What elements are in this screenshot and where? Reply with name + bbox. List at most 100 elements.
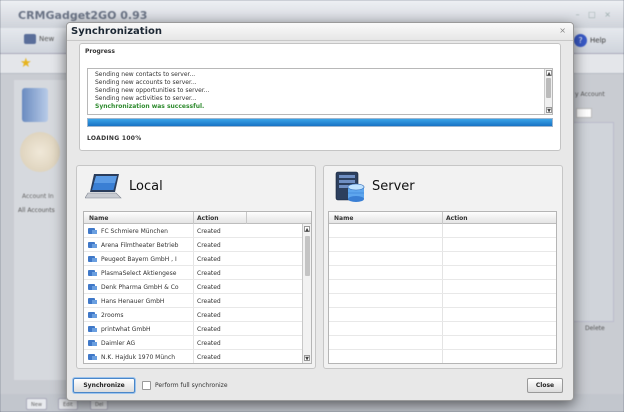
- row-action: Created: [197, 340, 221, 347]
- empty-table-row: [329, 252, 556, 266]
- server-panel: Server Name Action: [323, 165, 563, 369]
- laptop-icon: [85, 174, 122, 199]
- help-label: Help: [590, 36, 606, 45]
- dialog-header: Synchronization ×: [67, 23, 573, 41]
- empty-table-row: [329, 336, 556, 350]
- account-icon: [88, 312, 97, 318]
- scroll-thumb[interactable]: [305, 236, 310, 276]
- loading-status: LOADING 100%: [87, 135, 142, 142]
- empty-table-row: [329, 350, 556, 363]
- help-toolbar-button[interactable]: ? Help: [574, 34, 606, 47]
- server-title: Server: [372, 179, 415, 194]
- full-synchronize-label[interactable]: Perform full synchronize: [155, 382, 228, 389]
- column-header-name[interactable]: Name: [334, 215, 353, 222]
- row-action: Created: [197, 270, 221, 277]
- column-header-name[interactable]: Name: [89, 215, 108, 222]
- account-icon: [88, 228, 97, 234]
- right-panel-field[interactable]: [576, 108, 592, 118]
- account-icon: [88, 270, 97, 276]
- row-name: Daimler AG: [101, 340, 136, 347]
- empty-table-row: [329, 308, 556, 322]
- scroll-up-arrow-icon[interactable]: ▲: [304, 226, 310, 233]
- account-icon: [88, 256, 97, 262]
- account-icon: [88, 298, 97, 304]
- synchronize-button[interactable]: Synchronize: [73, 378, 135, 393]
- row-name: printwhat GmbH: [101, 326, 151, 333]
- row-action: Created: [197, 256, 221, 263]
- server-grid: Name Action: [328, 211, 557, 364]
- row-name: Denk Pharma GmbH & Co: [101, 284, 179, 291]
- new-toolbar-button[interactable]: New: [24, 34, 54, 44]
- log-line: Sending new activities to server...: [95, 95, 197, 102]
- bottom-new-button[interactable]: New: [26, 398, 47, 410]
- progress-section: Progress Sending new contacts to server.…: [79, 43, 561, 151]
- row-name: Arena Filmtheater Betrieb: [101, 242, 179, 249]
- app-title: CRMGadget2GO 0.93: [18, 9, 148, 22]
- help-icon: ?: [574, 34, 587, 47]
- table-row[interactable]: Arena Filmtheater Betrieb Created: [84, 238, 302, 252]
- row-action: Created: [197, 298, 221, 305]
- delete-button[interactable]: Delete: [585, 325, 605, 332]
- table-row[interactable]: N.K. Hajduk 1970 Münch Created: [84, 350, 302, 363]
- account-info-label: Account In: [22, 193, 54, 200]
- table-row[interactable]: Hans Henauer GmbH Created: [84, 294, 302, 308]
- account-icon: [88, 340, 97, 346]
- empty-table-row: [329, 280, 556, 294]
- local-title: Local: [129, 179, 163, 194]
- star-icon[interactable]: ★: [20, 56, 32, 71]
- server-grid-header: Name Action: [329, 212, 556, 224]
- close-button[interactable]: Close: [527, 378, 563, 393]
- row-action: Created: [197, 242, 221, 249]
- scroll-down-arrow-icon[interactable]: ▼: [546, 107, 552, 114]
- log-line: Sending new opportunities to server...: [95, 87, 210, 94]
- column-separator: [193, 212, 194, 224]
- table-row[interactable]: printwhat GmbH Created: [84, 322, 302, 336]
- progress-bar-fill: [88, 119, 552, 126]
- progress-bar: [87, 118, 553, 127]
- local-grid-header: Name Action: [84, 212, 311, 224]
- column-separator: [442, 212, 443, 224]
- row-name: 2rooms: [101, 312, 124, 319]
- log-line-success: Synchronization was successful.: [95, 103, 205, 110]
- row-action: Created: [197, 284, 221, 291]
- scroll-up-arrow-icon[interactable]: ▲: [546, 70, 552, 77]
- empty-table-row: [329, 224, 556, 238]
- empty-table-row: [329, 294, 556, 308]
- empty-table-row: [329, 322, 556, 336]
- sync-log[interactable]: Sending new contacts to server... Sendin…: [87, 68, 553, 115]
- row-name: Hans Henauer GmbH: [101, 298, 165, 305]
- row-name: Peugeot Bayern GmbH , I: [101, 256, 177, 263]
- column-header-action[interactable]: Action: [446, 215, 468, 222]
- table-row[interactable]: 2rooms Created: [84, 308, 302, 322]
- database-icon: [22, 88, 48, 122]
- column-header-action[interactable]: Action: [197, 215, 219, 222]
- row-name: N.K. Hajduk 1970 Münch: [101, 354, 176, 361]
- row-name: PlasmaSelect Aktiengese: [101, 270, 177, 277]
- table-row[interactable]: Denk Pharma GmbH & Co Created: [84, 280, 302, 294]
- empty-table-row: [329, 266, 556, 280]
- scroll-thumb[interactable]: [546, 78, 551, 98]
- account-icon: [88, 242, 97, 248]
- window-controls[interactable]: – □ ×: [576, 10, 614, 19]
- close-icon[interactable]: ×: [559, 26, 566, 35]
- scroll-down-arrow-icon[interactable]: ▼: [304, 355, 310, 362]
- table-row[interactable]: PlasmaSelect Aktiengese Created: [84, 266, 302, 280]
- account-icon: [88, 354, 97, 360]
- row-name: FC Schmiere München: [101, 228, 168, 235]
- right-panel: [572, 122, 614, 322]
- table-row[interactable]: Peugeot Bayern GmbH , I Created: [84, 252, 302, 266]
- local-panel: Local Name Action FC Schmiere München Cre…: [76, 165, 316, 369]
- local-grid-scrollbar[interactable]: ▲ ▼: [302, 224, 311, 363]
- all-accounts-link[interactable]: All Accounts: [18, 207, 55, 214]
- log-line: Sending new contacts to server...: [95, 71, 196, 78]
- log-line: Sending new accounts to server...: [95, 79, 197, 86]
- new-label: New: [39, 35, 55, 43]
- log-scrollbar[interactable]: ▲ ▼: [544, 69, 552, 114]
- table-row[interactable]: Daimler AG Created: [84, 336, 302, 350]
- synchronization-dialog: Synchronization × Progress Sending new c…: [66, 22, 574, 401]
- new-icon: [24, 34, 36, 44]
- right-panel-label: y Account: [575, 91, 605, 98]
- table-row[interactable]: FC Schmiere München Created: [84, 224, 302, 238]
- full-synchronize-checkbox[interactable]: [142, 381, 151, 390]
- row-action: Created: [197, 228, 221, 235]
